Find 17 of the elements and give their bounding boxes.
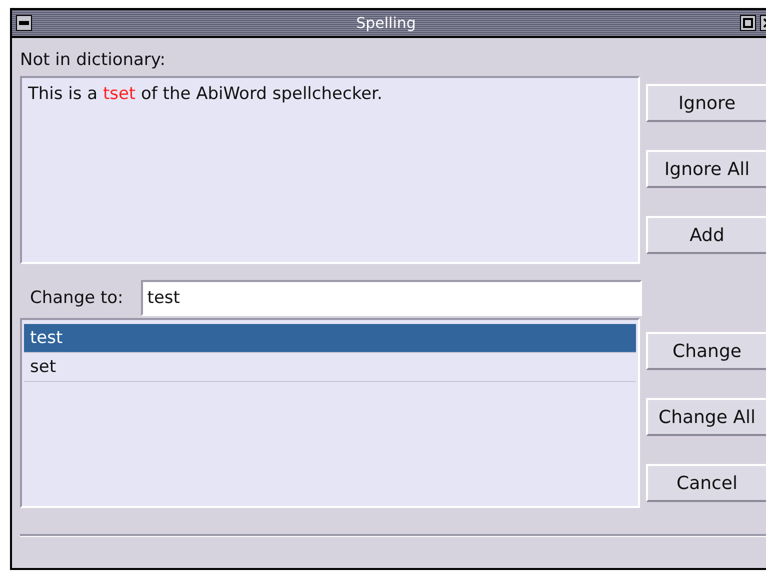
- context-text: This is a tset of the AbiWord spellchecker.: [20, 76, 640, 264]
- dialog-button[interactable]: Change: [646, 332, 766, 370]
- dialog-button[interactable]: Ignore: [646, 84, 766, 122]
- maximize-button[interactable]: [740, 15, 756, 31]
- maximize-icon: [743, 18, 753, 28]
- change-to-field[interactable]: test: [141, 280, 642, 316]
- dialog-button[interactable]: Add: [646, 216, 766, 254]
- window-title: Spelling: [355, 14, 417, 32]
- window-menu-button[interactable]: [16, 15, 32, 31]
- minimize-icon: [19, 21, 29, 25]
- change-to-label: Change to:: [30, 288, 124, 308]
- suggestion-item[interactable]: test: [24, 324, 636, 353]
- dialog-button[interactable]: Cancel: [646, 464, 766, 502]
- not-in-dictionary-label: Not in dictionary:: [20, 50, 166, 70]
- dialog-button[interactable]: Ignore All: [646, 150, 766, 188]
- dialog-button[interactable]: Change All: [646, 398, 766, 436]
- suggestion-item[interactable]: set: [24, 353, 636, 382]
